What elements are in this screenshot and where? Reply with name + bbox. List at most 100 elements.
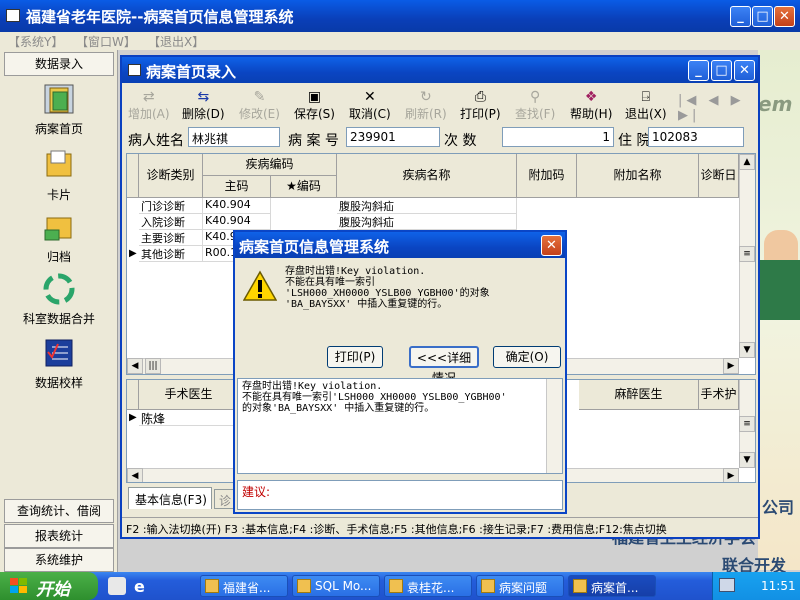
details-textarea[interactable]: 存盘时出错!Key violation. 不能在具有唯一索引'LSH000_XH… [237, 378, 563, 474]
maximize-button[interactable]: □ [752, 6, 773, 27]
background-figure-body [760, 260, 800, 320]
app-task-icon [205, 579, 219, 593]
app-titlebar[interactable]: 福建省老年医院--病案首页信息管理系统 _ □ ✕ [0, 0, 800, 32]
exit-button[interactable]: ⍈ 退出(X) [625, 89, 667, 122]
surgeon-header: 手术医生 [139, 380, 239, 410]
sidebar-item-archive[interactable]: 归档 [8, 210, 110, 265]
task-folder[interactable]: 病案问题 [476, 575, 564, 597]
hscroll-thumb[interactable]: ||| [145, 358, 161, 374]
table-cell[interactable]: 腹股沟斜疝 [337, 198, 517, 214]
disease-code-header: 疾病编码 [203, 154, 337, 176]
sidebar-item-merge[interactable]: 科室数据合并 [8, 272, 110, 327]
menu-exit[interactable]: 【退出X】 [148, 33, 204, 50]
table-cell[interactable]: K40.904 [203, 198, 271, 214]
sidebar-header-reports[interactable]: 报表统计 [4, 524, 114, 548]
table-cell[interactable]: 腹股沟斜疝 [337, 214, 517, 230]
help-button[interactable]: ❖ 帮助(H) [570, 89, 612, 122]
scroll-down-icon[interactable]: ▼ [739, 342, 755, 358]
refresh-button[interactable]: ↻ 刷新(R) [405, 89, 447, 122]
dialog-titlebar[interactable]: 病案首页信息管理系统 ✕ [235, 232, 565, 258]
sidebar-header-query[interactable]: 查询统计、借阅 [4, 499, 114, 523]
find-button[interactable]: ⚲ 查找(F) [515, 89, 555, 122]
start-button[interactable]: 开始 [0, 572, 98, 600]
task-label: 病案问题 [499, 581, 548, 595]
task-label: SQL Mo... [315, 579, 372, 593]
scroll-thumb[interactable]: ≡ [739, 246, 755, 262]
scroll-thumb[interactable]: ≡ [739, 416, 755, 432]
dialog-details-button[interactable]: <<<详细情况 [409, 346, 479, 385]
exit-label: 退出(X) [625, 107, 667, 121]
cancel-button[interactable]: ✕ 取消(C) [349, 89, 391, 122]
diag-date-header: 诊断日 [699, 154, 739, 198]
scroll-left-icon[interactable]: ◀ [127, 358, 143, 374]
dialog-print-button[interactable]: 打印(P) [327, 346, 383, 368]
admission-no-field[interactable]: 102083 [648, 127, 744, 147]
table-cell[interactable]: 入院诊断 [139, 214, 203, 230]
save-button[interactable]: ▣ 保存(S) [294, 89, 335, 122]
scroll-right-icon[interactable]: ▶ [723, 468, 739, 482]
window-icon [128, 64, 141, 76]
tab-basic-info[interactable]: 基本信息(F3) [128, 487, 212, 509]
dialog-ok-button[interactable]: 确定(O) [493, 346, 561, 368]
inner-minimize-button[interactable]: _ [688, 60, 709, 81]
help-label: 帮助(H) [570, 107, 613, 121]
details-line: 的对象'BA_BAYSXX' 中插入重复键的行。 [242, 403, 435, 414]
table-cell[interactable]: K40.904 [203, 214, 271, 230]
network-icon[interactable] [719, 578, 735, 592]
refresh-icon: ↻ [419, 89, 432, 105]
suggestion-box[interactable]: 建议: [237, 480, 563, 510]
table-cell[interactable]: 其他诊断 [139, 246, 203, 262]
sidebar-item-record-home[interactable]: 病案首页 [8, 82, 110, 137]
record-entry-titlebar[interactable]: 病案首页录入 _ □ ✕ [122, 57, 758, 83]
scroll-up-icon[interactable]: ▲ [739, 154, 755, 170]
add-button[interactable]: ⇄ 增加(A) [128, 89, 170, 122]
menu-window[interactable]: 【窗口W】 [76, 33, 136, 50]
times-field[interactable]: 1 [502, 127, 614, 147]
task-main-app[interactable]: 福建省... [200, 575, 288, 597]
menu-system[interactable]: 【系统Y】 [8, 33, 63, 50]
scroll-right-icon[interactable]: ▶ [723, 358, 739, 374]
clock[interactable]: 11:51 [761, 579, 796, 593]
printer-icon: ⎙ [474, 89, 486, 105]
sidebar-item-card[interactable]: 卡片 [8, 148, 110, 203]
message-line: 'LSH000_XH0000_YSLB00_YGBH00'的对象 [285, 288, 490, 299]
sidebar-item-label: 病案首页 [34, 122, 83, 136]
dialog-close-button[interactable]: ✕ [541, 235, 562, 256]
inner-maximize-button[interactable]: □ [711, 60, 732, 81]
delete-button[interactable]: ⇆ 删除(D) [182, 89, 225, 122]
task-sql[interactable]: SQL Mo... [292, 575, 380, 597]
sidebar-header-maintenance[interactable]: 系统维护 [4, 548, 114, 572]
scroll-left-icon[interactable]: ◀ [127, 468, 143, 482]
print-button[interactable]: ⎙ 打印(P) [460, 89, 501, 122]
task-record[interactable]: 病案首... [568, 575, 656, 597]
record-navigator[interactable]: |◀ ◀ ▶ ▶| [678, 93, 758, 123]
scroll-down-icon[interactable]: ▼ [739, 452, 755, 468]
close-button[interactable]: ✕ [774, 6, 795, 27]
inner-close-button[interactable]: ✕ [734, 60, 755, 81]
help-book-icon: ❖ [584, 89, 598, 105]
quicklaunch-explorer-icon[interactable] [108, 577, 126, 595]
table-cell[interactable]: 门诊诊断 [139, 198, 203, 214]
minimize-button[interactable]: _ [730, 6, 751, 27]
patient-name-field[interactable]: 林兆祺 [188, 127, 280, 147]
message-line: 不能在具有唯一索引 [285, 277, 375, 288]
delete-label: 删除(D) [182, 107, 225, 121]
add-icon: ⇄ [142, 89, 155, 105]
sidebar-header-data-entry[interactable]: 数据录入 [4, 52, 114, 76]
task-yuan[interactable]: 袁桂花... [384, 575, 472, 597]
sidebar-item-proof[interactable]: 数据校样 [8, 336, 110, 391]
record-no-field[interactable]: 239901 [346, 127, 440, 147]
edit-button[interactable]: ✎ 修改(E) [239, 89, 280, 122]
current-row-indicator: ▶ [129, 248, 137, 259]
table-cell[interactable]: 主要诊断 [139, 230, 203, 246]
table-cell[interactable]: 陈烽 [139, 410, 239, 426]
row-indicator-header [127, 154, 139, 198]
windows-logo-icon [10, 578, 28, 594]
delete-icon: ⇆ [197, 89, 210, 105]
details-vscroll[interactable] [546, 379, 562, 473]
quicklaunch-ie-icon[interactable]: e [134, 577, 152, 596]
details-line: 不能在具有唯一索引'LSH000_XH0000_YSLB00_YGBH00' [242, 392, 507, 403]
task-label: 病案首... [591, 581, 639, 595]
details-line: 存盘时出错!Key violation. [242, 381, 383, 392]
edit-icon: ✎ [253, 89, 266, 105]
